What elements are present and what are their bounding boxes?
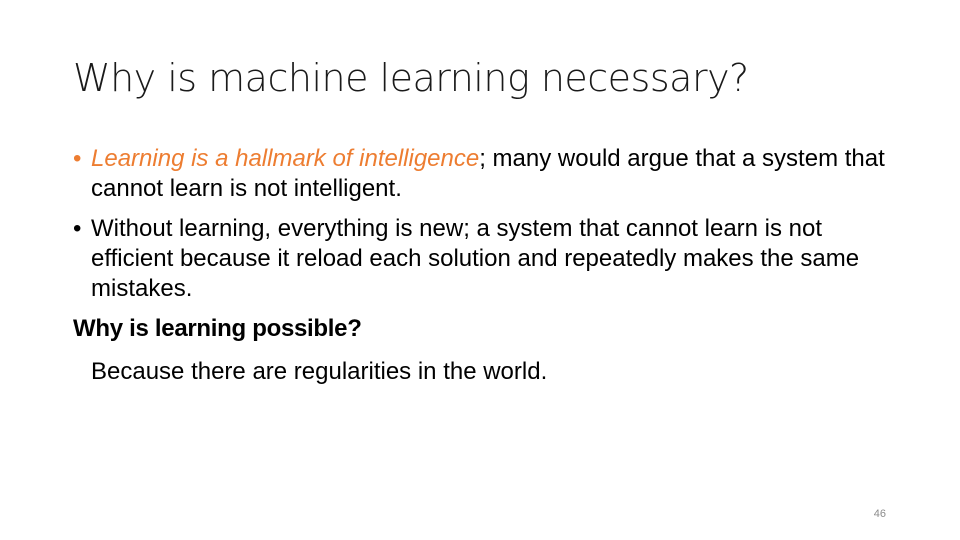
bullet-item: • Learning is a hallmark of intelligence… xyxy=(73,144,893,204)
slide-body: • Learning is a hallmark of intelligence… xyxy=(73,144,893,387)
subheading-answer: Because there are regularities in the wo… xyxy=(91,358,548,385)
bullet-item: • Without learning, everything is new; a… xyxy=(73,214,893,304)
slide-title: Why is machine learning necessary? xyxy=(73,56,749,100)
subheading: Why is learning possible? xyxy=(73,315,362,342)
bullet-text: Without learning, everything is new; a s… xyxy=(91,215,860,302)
bullet-marker: • xyxy=(73,145,82,172)
slide: Why is machine learning necessary? • Lea… xyxy=(0,0,960,540)
page-number: 46 xyxy=(873,508,886,520)
bullet-marker: • xyxy=(73,215,82,242)
highlighted-phrase: Learning is a hallmark of intelligence xyxy=(91,145,480,172)
